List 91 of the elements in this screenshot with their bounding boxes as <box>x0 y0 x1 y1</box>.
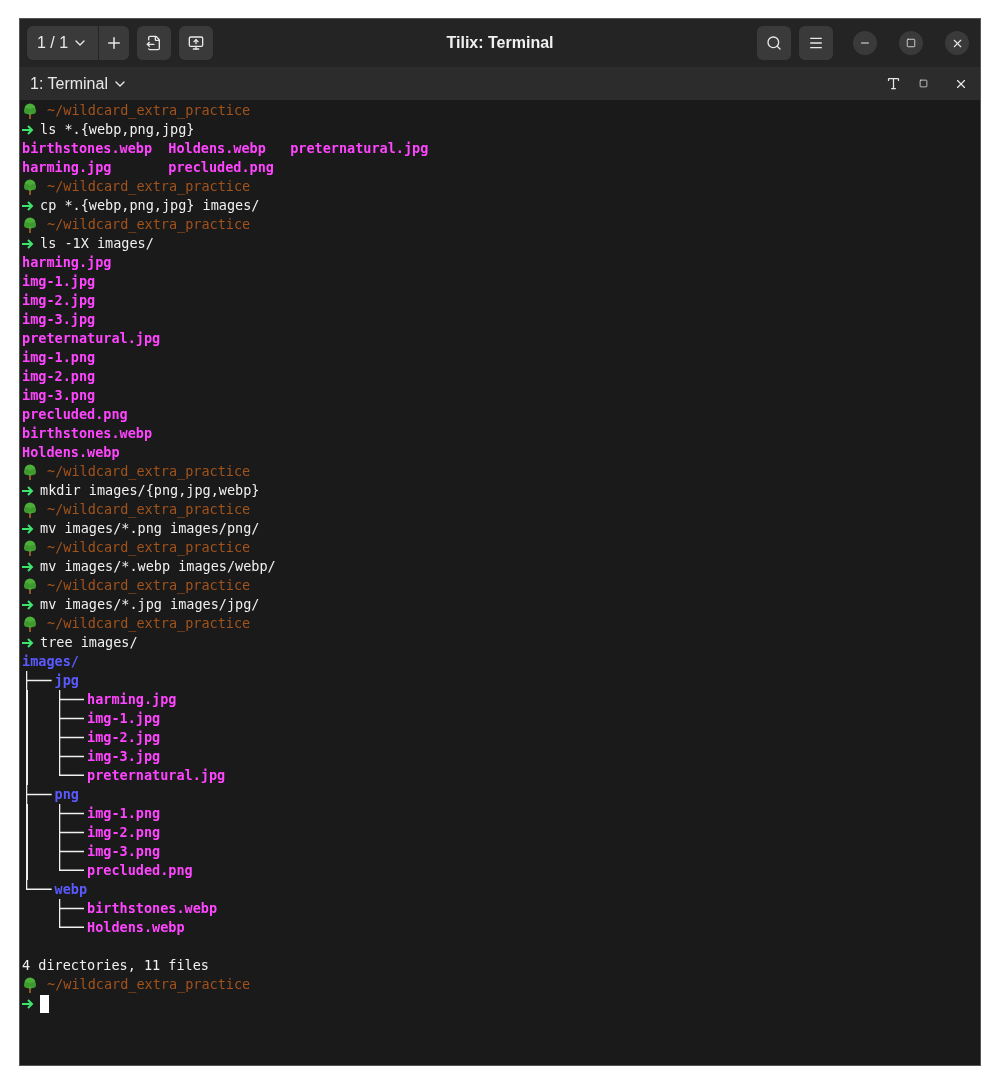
tree-branch-line <box>58 728 85 747</box>
file-name: Holdens.webp <box>87 918 185 937</box>
file-name: harming.jpg <box>22 253 112 272</box>
command-text: ls -1X images/ <box>40 234 154 253</box>
file-name: preternatural.jpg <box>87 766 226 785</box>
tree-icon <box>22 102 38 119</box>
command-text: ls *.{webp,png,jpg} <box>40 120 195 139</box>
file-name: img-1.png <box>22 348 96 367</box>
minimize-button[interactable] <box>853 31 877 55</box>
arrow-icon <box>22 200 34 211</box>
search-button[interactable] <box>757 26 791 60</box>
file-name: img-1.jpg <box>87 709 161 728</box>
maximize-icon <box>919 79 928 88</box>
tree-branch-line <box>26 785 52 804</box>
tree-icon <box>22 501 38 518</box>
directory-name: jpg <box>54 671 79 690</box>
file-name: Holdens.webp <box>22 443 120 462</box>
add-right-button[interactable] <box>137 26 172 60</box>
tree-branch-line <box>26 671 52 690</box>
file-name: Holdens.webp <box>168 139 266 158</box>
tree-icon <box>22 976 38 993</box>
window-title: Tilix: Terminal <box>445 33 555 53</box>
menu-icon <box>808 35 824 51</box>
tree-icon <box>22 577 38 594</box>
file-name: img-3.png <box>22 386 96 405</box>
tree-icon <box>22 615 38 632</box>
text-icon <box>886 76 901 91</box>
maximize-pane-button[interactable] <box>919 79 928 88</box>
file-name: harming.jpg <box>22 158 112 177</box>
prompt-path: ~/wildcard_extra_practice <box>47 500 251 519</box>
arrow-icon <box>22 238 34 249</box>
command-text: mv images/*.png images/png/ <box>40 519 260 538</box>
arrow-icon <box>22 124 34 135</box>
output-text: 4 directories, 11 files <box>22 956 209 975</box>
file-name: img-2.png <box>87 823 161 842</box>
file-name: harming.jpg <box>87 690 177 709</box>
arrow-icon <box>22 599 34 610</box>
prompt-path: ~/wildcard_extra_practice <box>47 101 251 120</box>
directory-name: png <box>54 785 79 804</box>
tree-icon <box>22 216 38 233</box>
directory-name: images/ <box>22 652 79 671</box>
file-name: birthstones.webp <box>22 424 153 443</box>
prompt-path: ~/wildcard_extra_practice <box>47 215 251 234</box>
command-text: tree images/ <box>40 633 138 652</box>
font-button[interactable] <box>886 76 901 91</box>
prompt-path: ~/wildcard_extra_practice <box>47 462 251 481</box>
maximize-button[interactable] <box>899 31 923 55</box>
file-name: precluded.png <box>168 158 274 177</box>
tree-icon <box>22 539 38 556</box>
file-name: precluded.png <box>87 861 193 880</box>
maximize-icon <box>906 38 916 48</box>
tree-branch-line <box>58 804 85 823</box>
file-name: img-3.png <box>87 842 161 861</box>
tree-branch-line <box>58 690 85 709</box>
file-name: img-3.jpg <box>87 747 161 766</box>
directory-name: webp <box>54 880 87 899</box>
file-name: preternatural.jpg <box>290 139 429 158</box>
file-name: img-2.jpg <box>22 291 96 310</box>
command-text: mv images/*.webp images/webp/ <box>40 557 276 576</box>
file-name: preternatural.jpg <box>22 329 161 348</box>
close-button[interactable] <box>945 31 969 55</box>
tree-branch-line <box>58 823 85 842</box>
menu-button[interactable] <box>799 26 833 60</box>
terminal-tab[interactable]: 1: Terminal <box>30 71 128 96</box>
arrow-icon <box>22 485 34 496</box>
prompt-path: ~/wildcard_extra_practice <box>47 614 251 633</box>
tree-icon <box>22 178 38 195</box>
arrow-icon <box>22 523 34 534</box>
file-name: img-3.jpg <box>22 310 96 329</box>
add-down-button[interactable] <box>179 26 214 60</box>
arrow-icon <box>22 998 34 1009</box>
file-name: img-1.jpg <box>22 272 96 291</box>
command-text: mv images/*.jpg images/jpg/ <box>40 595 260 614</box>
tree-branch-line <box>26 880 52 890</box>
arrow-icon <box>22 561 34 572</box>
prompt-path: ~/wildcard_extra_practice <box>47 177 251 196</box>
prompt-path: ~/wildcard_extra_practice <box>47 538 251 557</box>
prompt-path: ~/wildcard_extra_practice <box>47 576 251 595</box>
file-name: img-1.png <box>87 804 161 823</box>
prompt-path: ~/wildcard_extra_practice <box>47 975 251 994</box>
search-icon <box>766 35 782 51</box>
tree-branch-line <box>58 709 85 728</box>
command-text: mkdir images/{png,jpg,webp} <box>40 481 260 500</box>
file-name: img-2.png <box>22 367 96 386</box>
arrow-icon <box>22 637 34 648</box>
file-name: birthstones.webp <box>87 899 218 918</box>
file-name: birthstones.webp <box>22 139 153 158</box>
tree-icon <box>22 463 38 480</box>
file-name: precluded.png <box>22 405 128 424</box>
file-name: img-2.jpg <box>87 728 161 747</box>
command-text: cp *.{webp,png,jpg} images/ <box>40 196 260 215</box>
